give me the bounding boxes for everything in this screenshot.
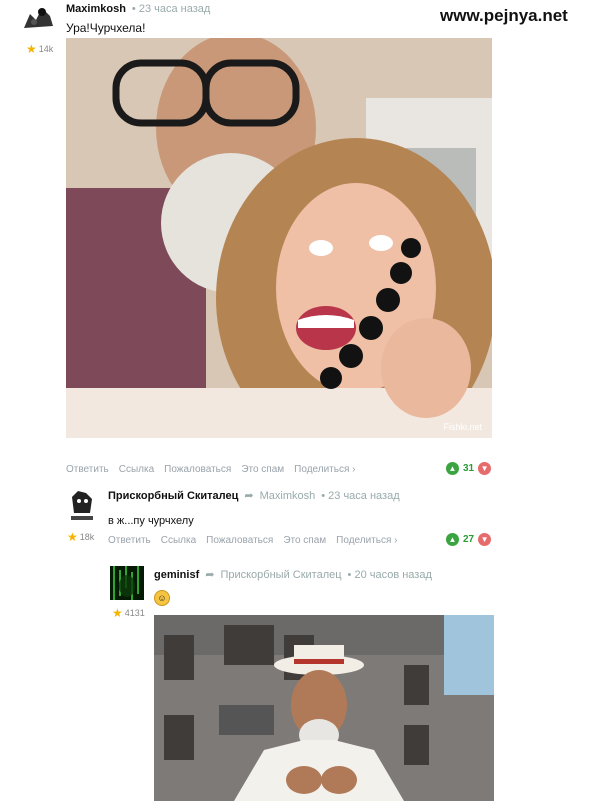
author-name[interactable]: geminisf (154, 569, 199, 581)
share-link[interactable]: Поделиться › (294, 464, 355, 475)
reply-link[interactable]: Ответить (108, 535, 151, 546)
thumb-down-icon[interactable]: ▼ (478, 462, 492, 475)
star-icon: ★ (67, 530, 78, 544)
comment-time[interactable]: • 23 часа назад (321, 490, 399, 502)
star-icon: ★ (26, 42, 37, 56)
avatar[interactable] (110, 566, 144, 600)
thumb-up-icon[interactable]: ▲ (446, 462, 459, 475)
user-rating: ★ 18k (67, 530, 95, 544)
thumb-up-icon[interactable]: ▲ (446, 533, 459, 546)
reply-arrow-icon: ➦ (244, 490, 254, 502)
author-name[interactable]: Прискорбный Скиталец (108, 490, 238, 502)
vote-box: ▲ 31 ▼ (446, 462, 492, 475)
vote-box: ▲ 27 ▼ (446, 533, 492, 546)
comment-text: Ура!Чурчхела! (66, 21, 146, 35)
comment-header: Maximkosh • 23 часа назад (66, 3, 210, 15)
star-icon: ★ (112, 606, 123, 620)
comment-actions: Ответить Ссылка Пожаловаться Это спам По… (66, 464, 356, 475)
reply-to-name[interactable]: Maximkosh (260, 490, 316, 502)
author-name[interactable]: Maximkosh (66, 3, 126, 15)
report-link[interactable]: Пожаловаться (206, 535, 273, 546)
avatar[interactable] (66, 487, 98, 523)
spam-link[interactable]: Это спам (241, 464, 284, 475)
permalink-link[interactable]: Ссылка (119, 464, 154, 475)
permalink-link[interactable]: Ссылка (161, 535, 196, 546)
comment-actions: Ответить Ссылка Пожаловаться Это спам По… (108, 535, 398, 546)
smiley-emoji-icon: ☺ (154, 590, 170, 606)
thumb-down-icon[interactable]: ▼ (478, 533, 492, 546)
comment-photo[interactable] (154, 615, 494, 801)
reply-link[interactable]: Ответить (66, 464, 109, 475)
watermark-text: www.pejnya.net (440, 6, 568, 25)
spam-link[interactable]: Это спам (283, 535, 326, 546)
comment-time[interactable]: • 20 часов назад (348, 569, 432, 581)
comment-photo[interactable]: Fishki.net (66, 38, 492, 438)
photo-credit: Fishki.net (443, 422, 482, 432)
user-rating: ★ 4131 (112, 606, 145, 620)
comment-time[interactable]: • 23 часа назад (132, 3, 210, 15)
vote-count: 31 (463, 463, 475, 474)
avatar[interactable] (20, 2, 56, 34)
share-link[interactable]: Поделиться › (336, 535, 397, 546)
report-link[interactable]: Пожаловаться (164, 464, 231, 475)
reply-arrow-icon: ➦ (205, 569, 215, 581)
vote-count: 27 (463, 534, 475, 545)
reply-to-name[interactable]: Прискорбный Скиталец (220, 569, 341, 581)
comment-header: geminisf ➦ Прискорбный Скиталец • 20 час… (154, 568, 432, 581)
comment-text: в ж...пу чурчхелу (108, 515, 194, 527)
comment-header: Прискорбный Скиталец ➦ Maximkosh • 23 ча… (108, 489, 400, 502)
user-rating: ★ 14k (26, 42, 54, 56)
